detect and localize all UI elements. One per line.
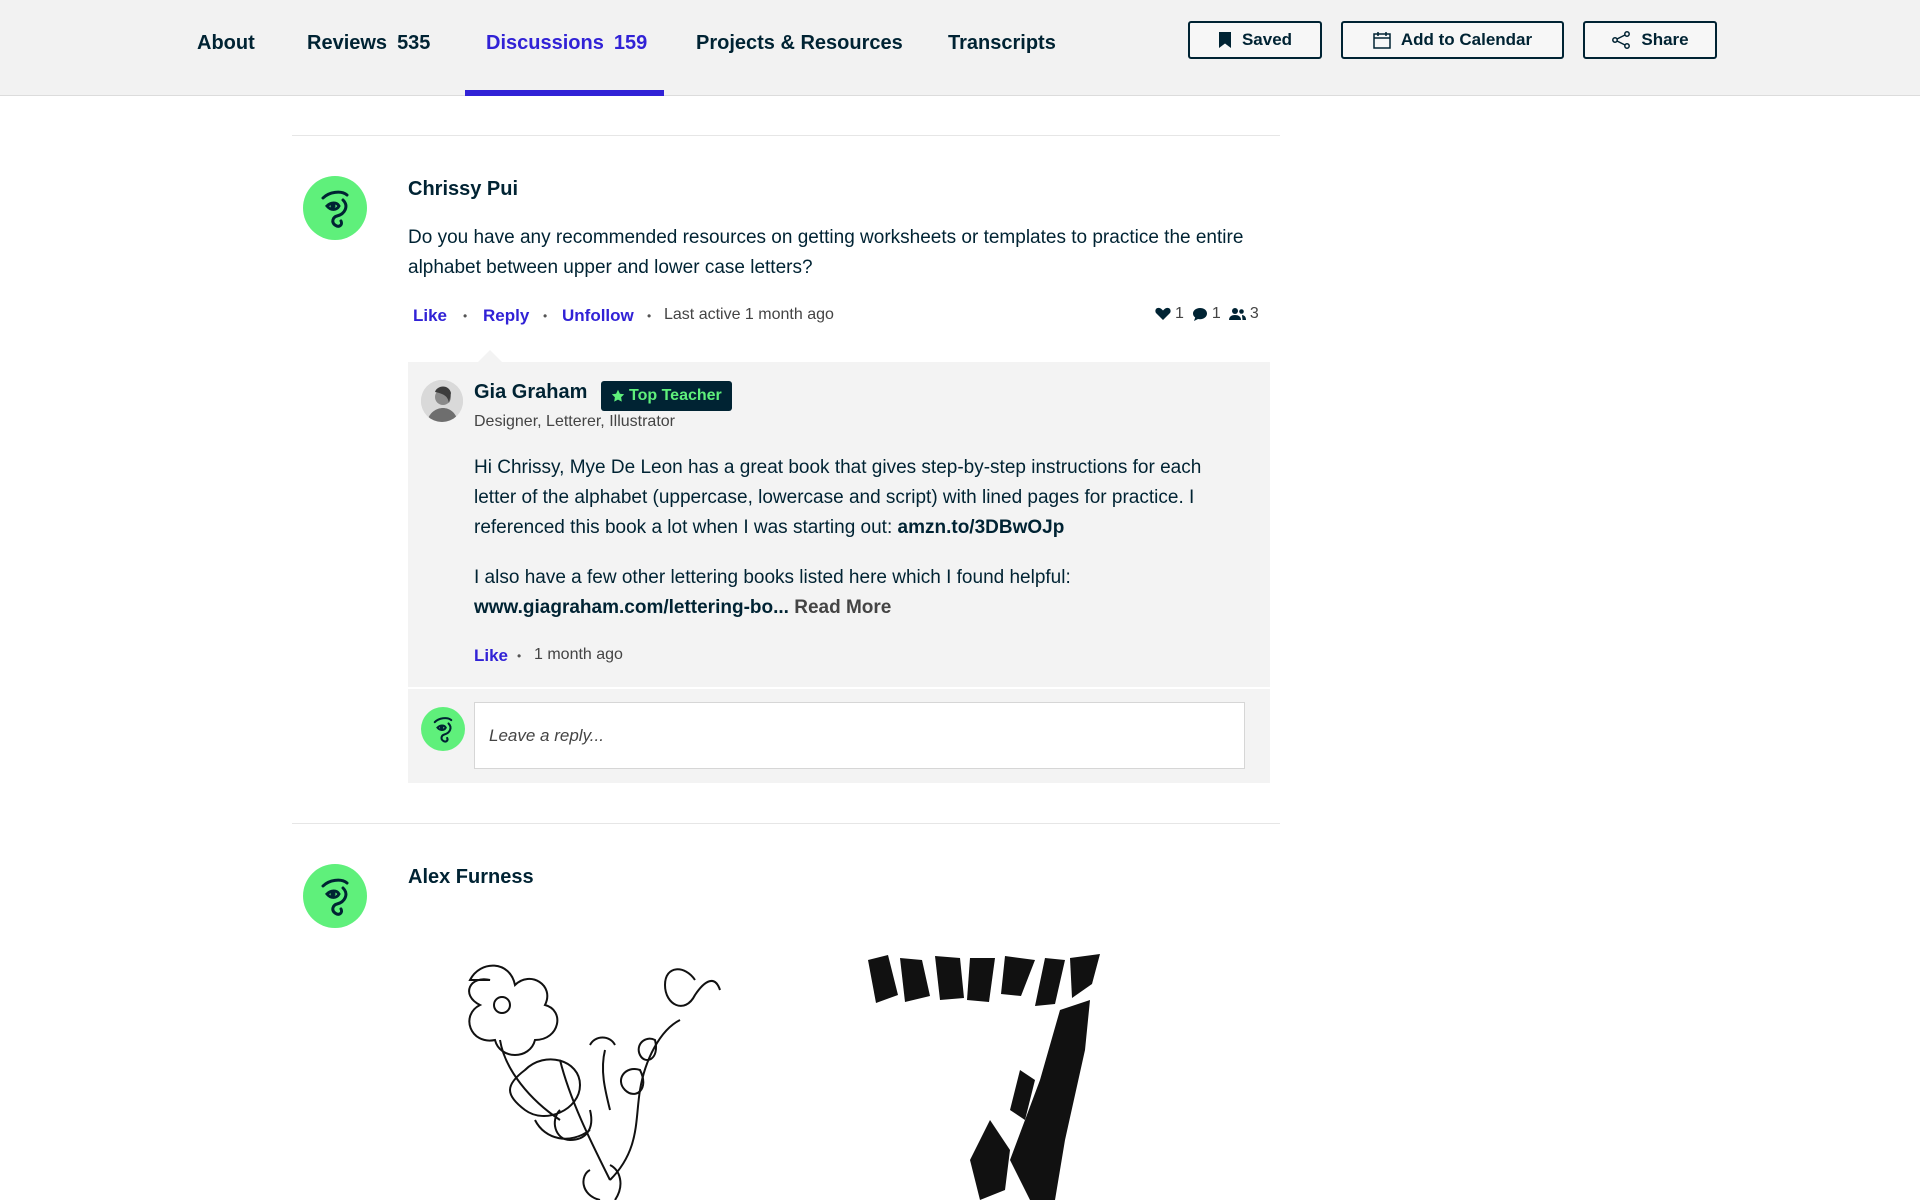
reply-paragraph-1: Hi Chrissy, Mye De Leon has a great book… xyxy=(474,453,1234,543)
reply-author-role: Designer, Letterer, Illustrator xyxy=(474,413,675,430)
separator-dot: • xyxy=(647,309,652,323)
unfollow-button[interactable]: Unfollow xyxy=(562,306,634,326)
comment-stats: 1 1 3 xyxy=(1155,305,1259,323)
floral-letter-y-image[interactable] xyxy=(440,950,770,1200)
reply-paragraph-2-text: I also have a few other lettering books … xyxy=(474,567,1071,588)
section-divider xyxy=(292,135,1280,136)
comments-count: 1 xyxy=(1211,305,1221,322)
reply-timestamp: 1 month ago xyxy=(534,646,623,663)
comments-stat: 1 xyxy=(1192,305,1221,323)
saved-button[interactable]: Saved xyxy=(1188,21,1322,59)
add-to-calendar-button[interactable]: Add to Calendar xyxy=(1341,21,1564,59)
last-active-text: Last active 1 month ago xyxy=(664,306,834,323)
top-teacher-badge: Top Teacher xyxy=(601,381,732,411)
course-tab-bar: About Reviews 535 Discussions 159 Projects… xyxy=(0,0,1920,96)
zebra-letter-z-image[interactable] xyxy=(860,950,1190,1200)
section-divider xyxy=(292,823,1280,824)
tab-transcripts-label: Transcripts xyxy=(948,32,1056,54)
like-button[interactable]: Like xyxy=(413,306,447,326)
share-icon xyxy=(1612,31,1631,49)
tab-discussions[interactable]: Discussions 159 xyxy=(486,32,647,55)
face-icon xyxy=(433,717,453,743)
separator-dot: • xyxy=(543,309,548,323)
share-button[interactable]: Share xyxy=(1583,21,1717,59)
tab-discussions-label: Discussions xyxy=(486,32,604,54)
heart-icon xyxy=(1155,307,1171,320)
comment-author[interactable]: Alex Furness xyxy=(408,866,534,889)
comment-author[interactable]: Chrissy Pui xyxy=(408,178,518,201)
share-button-label: Share xyxy=(1641,30,1689,49)
users-icon xyxy=(1228,308,1246,320)
read-more-link[interactable]: Read More xyxy=(794,597,891,618)
bookmark-icon xyxy=(1218,32,1231,48)
reply-caret xyxy=(478,350,502,362)
tab-about-label: About xyxy=(197,32,255,54)
face-icon xyxy=(321,878,349,916)
likes-stat: 1 xyxy=(1155,305,1184,323)
badge-label: Top Teacher xyxy=(629,387,722,404)
current-user-avatar xyxy=(421,707,465,751)
followers-stat: 3 xyxy=(1228,305,1259,323)
tab-reviews[interactable]: Reviews 535 xyxy=(307,32,430,55)
reply-avatar[interactable] xyxy=(421,380,463,422)
reply-paragraph-1-text: Hi Chrissy, Mye De Leon has a great book… xyxy=(474,457,1202,538)
tab-reviews-count: 535 xyxy=(397,32,431,54)
active-tab-indicator xyxy=(465,90,664,96)
tab-transcripts[interactable]: Transcripts xyxy=(948,32,1056,55)
website-link[interactable]: www.giagraham.com/lettering-bo... xyxy=(474,597,789,618)
tab-projects-resources[interactable]: Projects & Resources xyxy=(696,32,903,55)
comment-text: Do you have any recommended resources on… xyxy=(408,227,1244,278)
tab-reviews-label: Reviews xyxy=(307,32,388,54)
calendar-icon xyxy=(1373,32,1391,49)
separator-dot: • xyxy=(463,309,468,323)
reply-author[interactable]: Gia Graham xyxy=(474,381,587,404)
amazon-link[interactable]: amzn.to/3DBwOJp xyxy=(898,517,1065,538)
face-icon xyxy=(321,190,349,228)
avatar[interactable] xyxy=(303,864,367,928)
reply-button[interactable]: Reply xyxy=(483,306,529,326)
comment-icon xyxy=(1192,307,1207,321)
tab-projects-label: Projects & Resources xyxy=(696,32,903,54)
add-to-calendar-label: Add to Calendar xyxy=(1400,30,1533,49)
reply-input[interactable] xyxy=(474,702,1245,769)
tab-discussions-count: 159 xyxy=(613,32,648,54)
reply-like-button[interactable]: Like xyxy=(474,646,508,666)
likes-count: 1 xyxy=(1175,305,1184,322)
separator-dot: • xyxy=(517,649,522,663)
tab-about[interactable]: About xyxy=(197,32,255,55)
reply-paragraph-2: I also have a few other lettering books … xyxy=(474,563,1234,623)
person-photo-icon xyxy=(421,380,463,422)
saved-button-label: Saved xyxy=(1241,30,1293,49)
star-icon xyxy=(611,389,625,402)
followers-count: 3 xyxy=(1249,305,1259,322)
avatar[interactable] xyxy=(303,176,367,240)
